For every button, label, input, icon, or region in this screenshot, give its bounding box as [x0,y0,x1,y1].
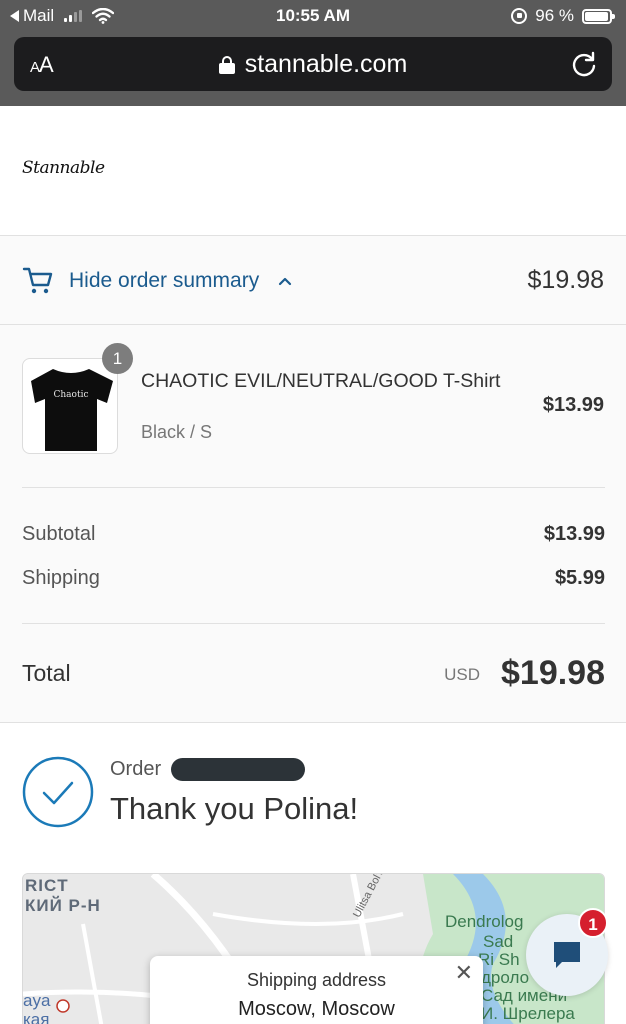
product-name: CHAOTIC EVIL/NEUTRAL/GOOD T-Shirt [141,370,501,392]
lock-icon [218,55,235,74]
shipping-address-title: Shipping address [246,970,387,990]
shipping-address-value: Moscow, Moscow [238,998,395,1020]
total-currency: USD [444,665,480,684]
status-bar: Mail 10:55 AM 96 % [0,0,626,32]
product-line-item: Chaotic 1 CHAOTIC EVIL/NEUTRAL/GOOD T-Sh… [22,343,604,458]
subtotal-label: Subtotal [22,523,96,545]
shipping-row: Shipping $5.99 [22,567,605,590]
park-label: дроло [481,968,530,987]
redacted-order-number [171,758,305,781]
order-summary-toggle[interactable]: Hide order summary $19.98 [0,236,626,325]
product-variant: Black / S [141,422,213,442]
subtotal-row: Subtotal $13.99 [22,523,605,546]
summary-total: $19.98 [527,266,604,294]
total-label: Total [22,660,71,686]
park-label: Sad [483,932,514,951]
order-confirmation: Order Thank you Polina! RICT КИЙ Р-Н aya… [0,723,626,1024]
cart-icon [22,267,53,294]
map-label: кая [23,1010,50,1024]
chevron-up-icon [278,277,292,286]
order-summary: Hide order summary $19.98 Chaotic 1 CHAO… [0,236,626,723]
checkmark-circle-icon [22,756,94,828]
park-label: Ri Sh [478,950,520,969]
product-price: $13.99 [542,394,604,416]
total-amount: $19.98 [501,654,605,692]
park-label: И. Шрелера [481,1004,575,1023]
shipping-map[interactable]: RICT КИЙ Р-Н aya кая Ulitsa Bol'shay Den… [22,873,605,1024]
divider [22,487,605,488]
battery-icon [582,8,615,24]
battery-percent: 96 % [535,6,574,25]
park-label: Dendrolog [445,912,524,931]
url-text[interactable]: stannable.com [245,50,408,79]
address-bar[interactable]: AA stannable.com [14,37,612,91]
total-row: Total USD $19.98 [22,654,605,694]
shipping-label: Shipping [22,567,100,589]
chat-button[interactable]: 1 [526,908,608,996]
thank-you-title: Thank you Polina! [110,791,359,826]
divider [22,623,605,624]
shipping-value: $5.99 [554,567,605,589]
product-thumbnail: Chaotic [22,358,118,454]
quantity-badge: 1 [102,343,133,374]
chat-unread-badge: 1 [578,908,608,938]
shipping-address-card: Shipping address Moscow, Moscow ✕ [150,956,483,1024]
map-label: aya [23,991,51,1010]
site-header: Stannable [0,106,626,236]
map-label: RICT [25,876,69,895]
toggle-label[interactable]: Hide order summary [69,269,259,293]
shirt-print: Chaotic [53,390,88,400]
close-icon[interactable]: ✕ [455,960,473,986]
browser-chrome: Mail 10:55 AM 96 % AA stannable.com [0,0,626,106]
reload-icon[interactable] [570,50,598,78]
store-logo[interactable]: Stannable [22,158,105,178]
chat-icon [554,942,580,968]
subtotal-value: $13.99 [543,523,605,545]
order-number-label: Order [110,758,162,780]
map-label: КИЙ Р-Н [25,896,101,915]
rotation-lock-icon [511,8,528,24]
